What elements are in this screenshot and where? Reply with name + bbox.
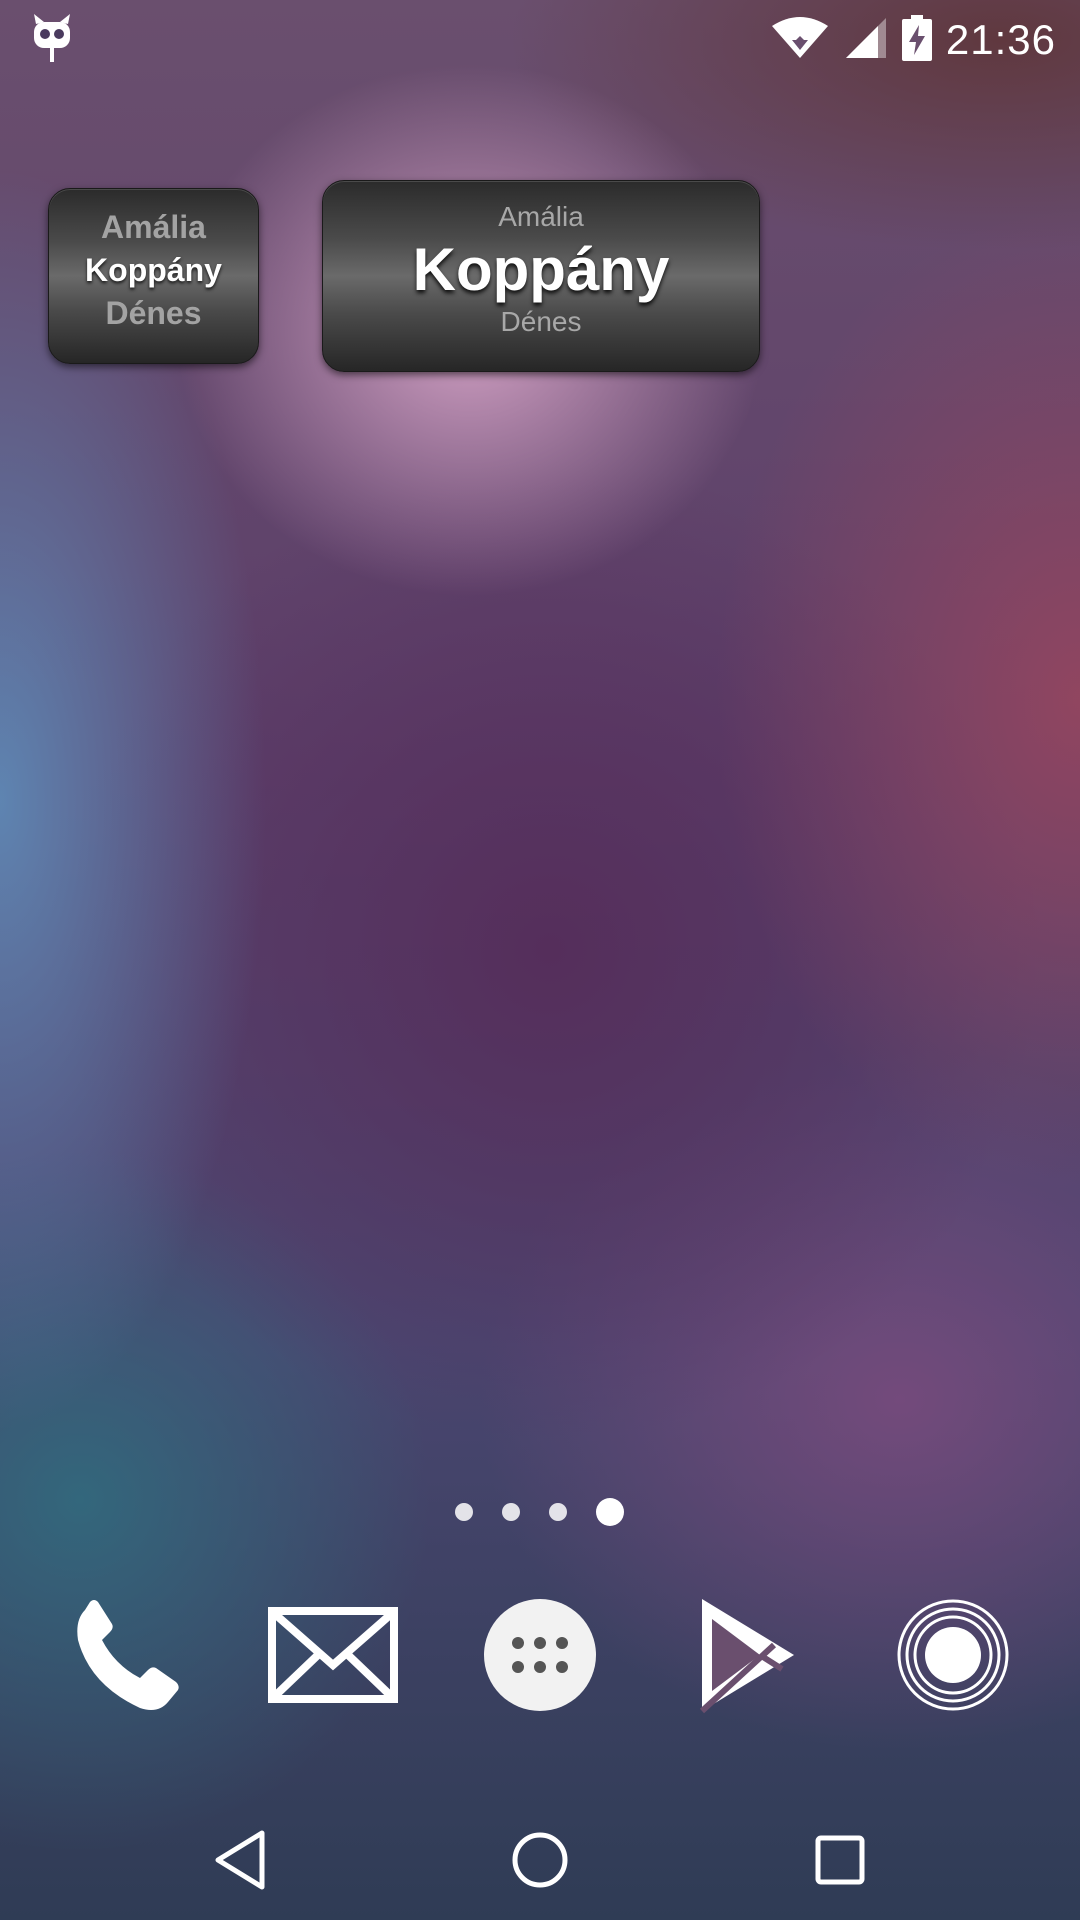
signal-icon [844, 16, 888, 65]
widget-previous-name: Amália [498, 201, 584, 232]
page-dot-active [596, 1498, 624, 1526]
widget-previous-name: Amália [101, 209, 206, 245]
cyanogenmod-icon [30, 14, 74, 64]
wifi-icon [770, 16, 830, 65]
nameday-widget-large[interactable]: Amália Koppány Dénes [322, 180, 760, 372]
page-dot [455, 1503, 473, 1521]
email-icon[interactable] [268, 1590, 398, 1720]
phone-icon[interactable] [60, 1590, 190, 1720]
app-drawer-icon[interactable] [475, 1590, 605, 1720]
widget-current-name: Koppány [412, 236, 670, 303]
widget-next-name: Dénes [500, 306, 582, 337]
battery-charging-icon [901, 14, 932, 66]
nameday-widget-small[interactable]: Amália Koppány Dénes [48, 188, 259, 364]
widget-next-name: Dénes [105, 295, 202, 331]
status-bar: 21:36 [0, 0, 1080, 80]
play-store-icon[interactable] [680, 1590, 810, 1720]
back-icon[interactable] [190, 1818, 290, 1902]
page-indicator [455, 1498, 624, 1526]
navigation-bar [0, 1800, 1080, 1920]
recents-icon[interactable] [790, 1818, 890, 1902]
widget-current-name: Koppány [85, 252, 222, 288]
home-icon[interactable] [490, 1818, 590, 1902]
page-dot [502, 1503, 520, 1521]
dock [0, 1590, 1080, 1720]
clock: 21:36 [945, 16, 1056, 63]
camera-icon[interactable] [888, 1590, 1018, 1720]
page-dot [549, 1503, 567, 1521]
